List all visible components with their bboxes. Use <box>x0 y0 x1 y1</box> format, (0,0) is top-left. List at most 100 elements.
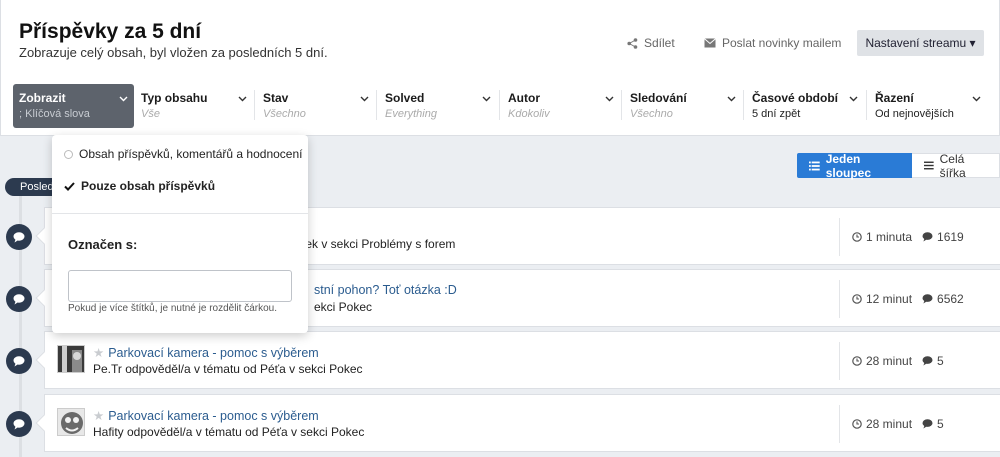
option-all-content-label: Obsah příspěvků, komentářů a hodnocení <box>79 147 303 161</box>
stream-item-subtitle: hreek v sekci Problémy s forem <box>288 237 456 251</box>
filter-divider <box>254 90 255 120</box>
chevron-down-icon <box>360 96 369 102</box>
tags-label: Označen s: <box>68 237 138 252</box>
envelope-icon <box>704 38 716 48</box>
comment-icon <box>922 356 933 366</box>
time-ago-text: 28 minut <box>866 354 913 368</box>
filter-solved[interactable]: Solved Everything <box>379 84 497 128</box>
view-toggle: Jeden sloupec Celá šířka <box>797 151 1000 180</box>
page-title: Příspěvky za 5 dní <box>19 20 202 43</box>
comment-count: 6562 <box>922 292 964 306</box>
stream-item[interactable]: ★ Parkovací kamera - pomoc s výběrem Hafi… <box>35 394 1000 452</box>
chevron-down-icon <box>849 96 858 102</box>
single-column-label: Jeden sloupec <box>825 151 872 180</box>
filter-divider <box>376 90 377 120</box>
filter-value: Everything <box>385 108 437 120</box>
share-icon <box>627 37 638 49</box>
clock-icon <box>852 419 862 429</box>
option-posts-only-label: Pouze obsah příspěvků <box>81 179 216 193</box>
time-ago: 28 minut <box>852 417 912 431</box>
mail-updates-button[interactable]: Poslat novinky mailem <box>704 30 841 56</box>
filter-author[interactable]: Autor Kdokoliv <box>502 84 620 128</box>
share-button[interactable]: Sdílet <box>627 30 675 56</box>
filter-following[interactable]: Sledování Všechno <box>624 84 742 128</box>
filter-content-type[interactable]: Typ obsahu Vše <box>135 84 253 128</box>
comment-bubble-icon <box>6 411 32 437</box>
comment-icon <box>922 294 933 304</box>
clock-icon <box>852 356 862 366</box>
filter-value: Vše <box>141 108 160 120</box>
filter-divider <box>743 90 744 120</box>
stream-item-title[interactable]: stní pohon? Toť otázka :D <box>314 283 457 297</box>
chevron-down-icon <box>238 96 247 102</box>
hamburger-icon <box>924 161 934 170</box>
row-pointer <box>35 289 53 307</box>
filter-label: Typ obsahu <box>141 91 208 105</box>
time-ago-text: 28 minut <box>866 417 913 431</box>
stream-settings-button[interactable]: Nastavení streamu ▾ <box>857 30 984 56</box>
filter-value: Všechno <box>630 108 673 120</box>
avatar[interactable] <box>57 408 85 436</box>
row-pointer <box>35 227 53 245</box>
filter-divider <box>499 90 500 120</box>
page-header: Příspěvky za 5 dní Zobrazuje celý obsah,… <box>0 0 1000 136</box>
tags-input[interactable] <box>68 270 292 302</box>
comment-icon <box>922 419 933 429</box>
chevron-down-icon <box>119 96 128 102</box>
full-width-button[interactable]: Celá šířka <box>912 151 1000 180</box>
filter-value: Od nejnovějších <box>875 108 954 120</box>
check-icon <box>64 181 75 191</box>
option-all-content[interactable]: Obsah příspěvků, komentářů a hodnocení <box>64 147 302 161</box>
filter-label: Časové období <box>752 91 839 105</box>
filter-label: Řazení <box>875 91 914 105</box>
stream-item-title-text: Parkovací kamera - pomoc s výběrem <box>108 409 319 423</box>
filter-divider <box>621 90 622 120</box>
stream-item[interactable]: ★ Parkovací kamera - pomoc s výběrem Pe.T… <box>35 331 1000 389</box>
star-icon[interactable]: ★ <box>93 346 104 360</box>
comment-icon <box>922 232 933 242</box>
share-label: Sdílet <box>644 36 675 50</box>
clock-icon <box>852 232 862 242</box>
filter-label: Zobrazit <box>19 91 66 105</box>
chevron-down-icon <box>605 96 614 102</box>
time-ago: 12 minut <box>852 292 912 306</box>
comment-bubble-icon <box>6 286 32 312</box>
mail-label: Poslat novinky mailem <box>722 36 842 50</box>
comment-bubble-icon <box>6 348 32 374</box>
stream-item-meta: 28 minut 5 <box>839 405 944 443</box>
chevron-down-icon <box>727 96 736 102</box>
filter-status[interactable]: Stav Všechno <box>257 84 375 128</box>
filter-show[interactable]: Zobrazit ; Klíčová slova <box>13 84 134 128</box>
filter-label: Stav <box>263 91 289 105</box>
full-width-label: Celá šířka <box>939 151 966 180</box>
filter-value: Kdokoliv <box>508 108 550 120</box>
row-pointer <box>35 351 53 369</box>
time-ago: 28 minut <box>852 354 912 368</box>
filter-divider <box>866 90 867 120</box>
filter-bar: Zobrazit ; Klíčová slova Typ obsahu Vše … <box>13 84 1000 128</box>
filter-sort[interactable]: Řazení Od nejnovějších <box>869 84 987 128</box>
comment-count: 5 <box>922 354 944 368</box>
list-icon <box>809 161 820 170</box>
star-icon[interactable]: ★ <box>93 409 104 423</box>
stream-item-title-text: Parkovací kamera - pomoc s výběrem <box>108 346 319 360</box>
tags-hint: Pokud je více štítků, je nutné je rozděl… <box>68 303 277 314</box>
option-posts-only[interactable]: Pouze obsah příspěvků <box>64 179 215 193</box>
stream-item-subtitle: ekci Pokec <box>314 300 373 314</box>
stream-item-title[interactable]: ★ Parkovací kamera - pomoc s výběrem <box>93 408 319 423</box>
stream-item-meta: 12 minut 6562 <box>839 280 964 318</box>
stream-item-meta: 1 minuta 1619 <box>839 218 964 256</box>
filter-label: Solved <box>385 91 425 105</box>
filter-value: 5 dní zpět <box>752 108 801 120</box>
time-ago-text: 12 minut <box>866 292 913 306</box>
time-ago-text: 1 minuta <box>866 230 913 244</box>
stream-item-title[interactable]: ★ Parkovací kamera - pomoc s výběrem <box>93 345 319 360</box>
avatar[interactable] <box>57 345 85 373</box>
show-filter-dropdown: Obsah příspěvků, komentářů a hodnocení P… <box>52 135 308 333</box>
stream-item-meta: 28 minut 5 <box>839 342 944 380</box>
filter-time-period[interactable]: Časové období 5 dní zpět <box>746 84 864 128</box>
single-column-button[interactable]: Jeden sloupec <box>797 151 912 180</box>
filter-label: Sledování <box>630 91 687 105</box>
filter-label: Autor <box>508 91 540 105</box>
comment-count: 5 <box>922 417 944 431</box>
